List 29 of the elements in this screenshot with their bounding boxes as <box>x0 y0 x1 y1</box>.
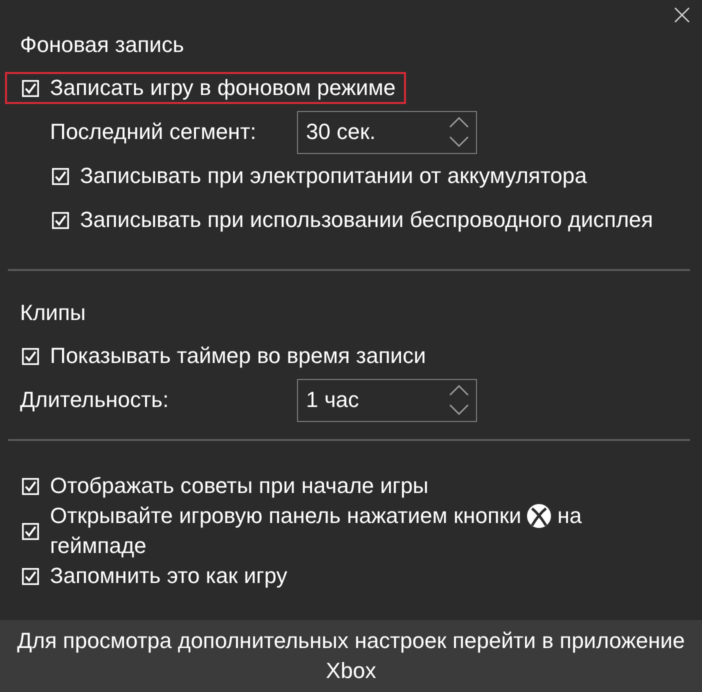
checkbox-label: Открывайте игровую панель нажатием кнопки <box>50 502 522 530</box>
close-icon[interactable] <box>674 7 690 23</box>
checkbox-label: Записывать при использовании беспроводного дисплея <box>80 206 654 234</box>
footer-text: Для просмотра дополнительных настроек перейти в приложение Xbox <box>16 627 686 685</box>
checkbox-label: геймпаде <box>50 532 146 560</box>
checkbox-label: Запомнить это как игру <box>50 562 288 590</box>
checkbox[interactable] <box>22 348 39 364</box>
down-chevron-icon[interactable] <box>449 404 469 415</box>
checkbox[interactable] <box>52 212 69 228</box>
checkbox-label: Записывать при электропитании от аккумулятора <box>80 162 587 190</box>
up-chevron-icon[interactable] <box>449 117 469 128</box>
checkbox-label: Записать игру в фоновом режиме <box>50 74 396 102</box>
section-heading: Фоновая запись <box>19 31 184 59</box>
checkbox[interactable] <box>22 568 39 584</box>
checkbox[interactable] <box>22 478 39 494</box>
spinner-label: Длительность: <box>20 387 170 413</box>
spinner-label: Последний сегмент: <box>50 119 258 145</box>
checkbox[interactable] <box>52 168 69 184</box>
number-spinner[interactable]: 30 сек. <box>297 110 477 154</box>
section-heading: Клипы <box>19 299 86 327</box>
checkbox-label: Показывать таймер во время записи <box>50 342 426 370</box>
checkbox-label: на <box>557 502 582 530</box>
number-spinner[interactable]: 1 час <box>297 378 477 422</box>
down-chevron-icon[interactable] <box>449 136 469 147</box>
checkbox[interactable] <box>22 80 39 96</box>
up-chevron-icon[interactable] <box>449 385 469 396</box>
checkbox-label: Отображать советы при начале игры <box>50 472 428 500</box>
checkbox[interactable] <box>22 522 39 540</box>
xbox-button-icon <box>527 504 552 528</box>
